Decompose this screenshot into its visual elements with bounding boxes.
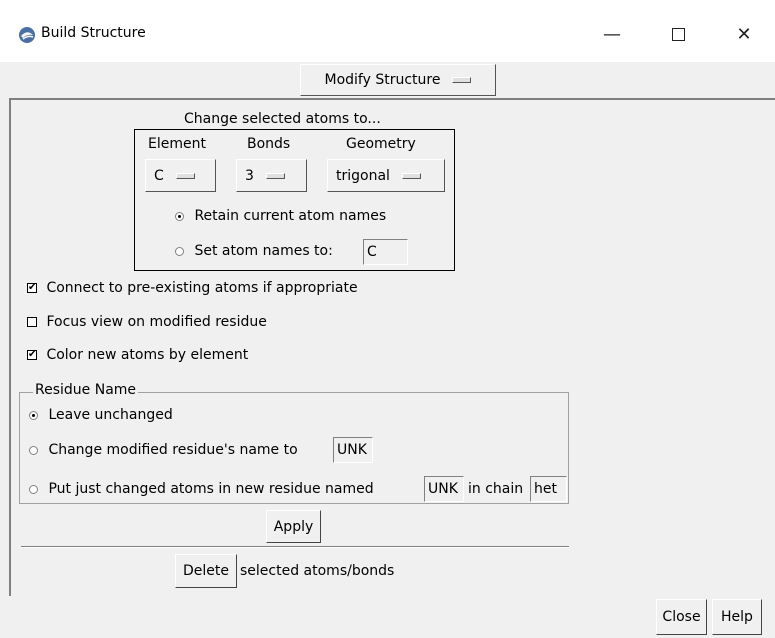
- set-names-option[interactable]: Set atom names to:: [175, 243, 333, 259]
- separator: [21, 546, 569, 548]
- color-checkbox[interactable]: ✔: [27, 350, 37, 360]
- mode-menu-label: Modify Structure: [324, 72, 441, 88]
- window-title: Build Structure: [41, 25, 146, 41]
- element-label: Element: [148, 136, 206, 152]
- element-value: C: [154, 167, 164, 184]
- change-name-radio[interactable]: [29, 445, 38, 455]
- color-option[interactable]: ✔ Color new atoms by element: [27, 347, 248, 363]
- focus-option[interactable]: Focus view on modified residue: [27, 314, 267, 330]
- retain-radio[interactable]: [175, 211, 184, 221]
- leave-radio[interactable]: [29, 410, 38, 420]
- change-name-input[interactable]: UNK: [333, 437, 373, 463]
- leave-unchanged-option[interactable]: Leave unchanged: [29, 407, 173, 423]
- menu-indicator-icon: [175, 172, 195, 179]
- bonds-label: Bonds: [247, 136, 291, 152]
- menu-indicator-icon: [452, 77, 472, 83]
- delete-description: selected atoms/bonds: [240, 563, 395, 579]
- new-residue-name-input[interactable]: UNK: [424, 476, 464, 502]
- chain-label: in chain: [468, 481, 524, 497]
- geometry-label: Geometry: [346, 136, 416, 152]
- bonds-value: 3: [245, 167, 254, 184]
- change-name-label: Change modified residue's name to: [48, 442, 298, 458]
- mode-menu-button[interactable]: Modify Structure: [300, 64, 496, 96]
- change-heading: Change selected atoms to...: [184, 111, 381, 127]
- close-icon: ✕: [736, 23, 752, 45]
- residue-legend: Residue Name: [33, 382, 139, 398]
- minimize-button[interactable]: —: [588, 14, 636, 54]
- delete-button[interactable]: Delete: [175, 554, 237, 588]
- retain-label: Retain current atom names: [194, 208, 387, 224]
- chain-input[interactable]: het: [530, 476, 567, 502]
- set-radio[interactable]: [175, 246, 184, 256]
- geometry-menu[interactable]: trigonal: [327, 159, 445, 192]
- connect-label: Connect to pre-existing atoms if appropr…: [46, 280, 358, 296]
- set-label: Set atom names to:: [194, 243, 333, 259]
- change-name-option[interactable]: Change modified residue's name to: [29, 442, 298, 458]
- bonds-menu[interactable]: 3: [236, 159, 307, 192]
- minimize-icon: —: [603, 23, 621, 45]
- connect-option[interactable]: ✔ Connect to pre-existing atoms if appro…: [27, 280, 358, 296]
- footer-bar: Close Help: [0, 596, 775, 638]
- menu-indicator-icon: [265, 172, 285, 179]
- put-atoms-option[interactable]: Put just changed atoms in new residue na…: [29, 481, 374, 497]
- focus-label: Focus view on modified residue: [46, 314, 267, 330]
- put-atoms-label: Put just changed atoms in new residue na…: [48, 481, 374, 497]
- title-bar: Build Structure — ✕: [0, 0, 775, 62]
- menu-indicator-icon: [401, 172, 421, 179]
- maximize-button[interactable]: [654, 14, 702, 54]
- close-button[interactable]: Close: [656, 599, 707, 635]
- leave-label: Leave unchanged: [48, 407, 173, 423]
- maximize-icon: [671, 27, 685, 41]
- connect-checkbox[interactable]: ✔: [27, 283, 37, 293]
- color-label: Color new atoms by element: [46, 347, 249, 363]
- apply-button[interactable]: Apply: [266, 510, 321, 543]
- help-button[interactable]: Help: [712, 599, 762, 635]
- set-names-input[interactable]: C: [363, 239, 408, 265]
- put-atoms-radio[interactable]: [29, 484, 38, 494]
- element-menu[interactable]: C: [145, 159, 216, 192]
- mode-bar: Modify Structure: [0, 62, 775, 100]
- focus-checkbox[interactable]: [27, 317, 37, 327]
- geometry-value: trigonal: [336, 167, 390, 184]
- close-window-button[interactable]: ✕: [720, 14, 768, 54]
- chimera-app-icon: [19, 27, 35, 43]
- retain-names-option[interactable]: Retain current atom names: [175, 208, 386, 224]
